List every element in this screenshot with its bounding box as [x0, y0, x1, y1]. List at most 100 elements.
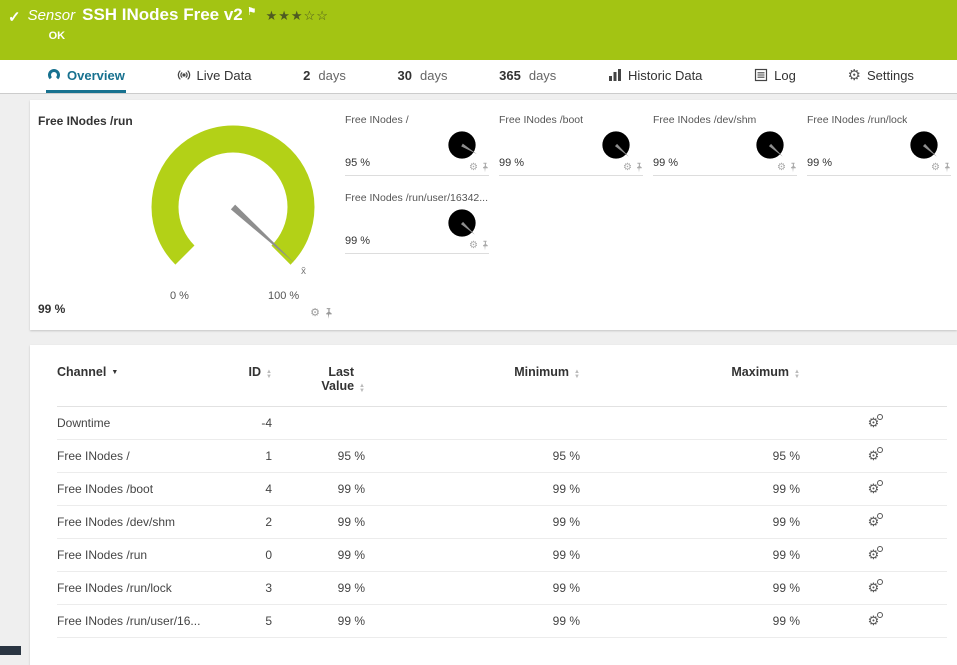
channel-minimum: 99 %: [365, 604, 580, 638]
channel-id: 4: [217, 472, 272, 506]
channel-name: Free INodes /dev/shm: [57, 505, 217, 539]
tab-2-days[interactable]: 2 days: [302, 60, 347, 93]
channel-id: 1: [217, 439, 272, 473]
gauge-gear-icon[interactable]: ⚙: [777, 162, 786, 173]
gauge-gear-icon[interactable]: ⚙: [469, 162, 478, 173]
small-gauge-value: 99 %: [807, 157, 833, 169]
page-content: Free INodes /run 0 % 100 % x̄ 99 % ⚙ Fre…: [0, 94, 957, 665]
tab-historic-data[interactable]: Historic Data: [607, 60, 703, 93]
channel-name: Free INodes /boot: [57, 472, 217, 506]
channel-settings-gear-icon[interactable]: ⚙: [868, 480, 883, 495]
channel-minimum: 95 %: [365, 439, 580, 473]
tab-overview[interactable]: Overview: [46, 60, 126, 93]
tab-log[interactable]: Log: [753, 60, 797, 93]
channels-panel: Channel ▼ ID ▲ ▼ Last Value ▲ ▼ Minimum ▲ ▼ Max…: [30, 345, 957, 665]
status-check-icon: ✓: [8, 9, 21, 26]
gauge-gear-icon[interactable]: ⚙: [623, 162, 632, 173]
channel-minimum: 99 %: [365, 571, 580, 605]
small-gauge: Free INodes /dev/shm 99 % ⚙: [653, 114, 797, 176]
channel-settings-gear-icon[interactable]: ⚙: [868, 546, 883, 561]
table-row: Free INodes /boot 4 99 % 99 % 99 % ⚙: [57, 472, 947, 506]
channel-maximum: 99 %: [580, 604, 800, 638]
table-row: Free INodes /dev/shm 2 99 % 99 % 99 % ⚙: [57, 505, 947, 539]
channel-last-value: 99 %: [272, 604, 365, 638]
main-gauge-scale-max: 100 %: [268, 290, 300, 302]
channel-maximum: [580, 406, 800, 440]
historic-data-chart-icon: [609, 69, 621, 81]
tab-30-days-label: days: [419, 67, 448, 83]
col-header-id[interactable]: ID ▲ ▼: [217, 345, 272, 407]
tab-live-data-label: Live Data: [196, 67, 252, 83]
gauge-pin-icon[interactable]: [943, 162, 951, 173]
overview-gauge-icon: [48, 69, 60, 81]
sensor-header: ✓ Sensor SSH INodes Free v2 ⚑ ★★★☆☆ OK: [0, 0, 957, 60]
col-header-last-value[interactable]: Last Value ▲ ▼: [272, 345, 365, 407]
gauge-dial: [910, 131, 938, 159]
table-row: Free INodes /run 0 99 % 99 % 99 % ⚙: [57, 538, 947, 572]
settings-gear-icon: ⚙: [847, 66, 861, 84]
col-header-minimum[interactable]: Minimum ▲ ▼: [365, 345, 580, 407]
gauge-pin-icon[interactable]: [481, 162, 489, 173]
channel-id: 0: [217, 538, 272, 572]
gauge-dial: [448, 131, 477, 159]
tab-365-days-number: 365: [499, 67, 521, 83]
channel-maximum: 95 %: [580, 439, 800, 473]
channel-id: 3: [217, 571, 272, 605]
channel-last-value: [272, 406, 365, 440]
col-header-channel-label: Channel: [57, 365, 107, 379]
channel-name: Free INodes /run/lock: [57, 571, 217, 605]
channel-id: -4: [217, 406, 272, 440]
gauge-dial: [756, 131, 784, 159]
col-header-id-label: ID: [248, 365, 262, 379]
sensor-status: OK: [48, 30, 66, 42]
channel-settings-gear-icon[interactable]: ⚙: [868, 513, 883, 528]
channel-settings-gear-icon[interactable]: ⚙: [868, 447, 883, 462]
table-row: Free INodes / 1 95 % 95 % 95 % ⚙: [57, 439, 947, 473]
gauges-panel: Free INodes /run 0 % 100 % x̄ 99 % ⚙ Fre…: [30, 100, 957, 330]
channel-settings-gear-icon[interactable]: ⚙: [868, 414, 883, 429]
gauge-pin-icon[interactable]: [324, 307, 333, 320]
small-gauges-grid: Free INodes / 95 % ⚙ Free INodes /boot 9…: [345, 100, 957, 330]
channel-last-value: 99 %: [272, 571, 365, 605]
corner-badge[interactable]: [0, 646, 21, 655]
channel-id: 5: [217, 604, 272, 638]
gauge-dial: [448, 209, 476, 237]
tab-2-days-number: 2: [303, 67, 311, 83]
tab-365-days[interactable]: 365 days: [498, 60, 557, 93]
channels-table: Channel ▼ ID ▲ ▼ Last Value ▲ ▼ Minimum ▲ ▼ Max…: [57, 345, 947, 638]
table-row: Downtime -4 ⚙: [57, 406, 947, 440]
channel-name: Downtime: [57, 406, 217, 440]
channel-maximum: 99 %: [580, 538, 800, 572]
channel-last-value: 95 %: [272, 439, 365, 473]
channel-settings-gear-icon[interactable]: ⚙: [868, 579, 883, 594]
channel-name: Free INodes /: [57, 439, 217, 473]
main-gauge-value: 99 %: [38, 302, 66, 316]
tab-bar: Overview Live Data 2 days 30 days 365 da…: [0, 60, 957, 94]
main-gauge: Free INodes /run 0 % 100 % x̄ 99 % ⚙: [30, 100, 345, 330]
tab-settings[interactable]: ⚙ Settings: [847, 60, 915, 93]
tab-live-data[interactable]: Live Data: [176, 60, 253, 93]
col-header-last-value-label: Last Value: [321, 365, 355, 393]
gauge-gear-icon[interactable]: ⚙: [469, 240, 478, 251]
channel-minimum: 99 %: [365, 538, 580, 572]
small-gauge: Free INodes / 95 % ⚙: [345, 114, 489, 176]
priority-flag-icon[interactable]: ⚑: [247, 5, 257, 18]
channel-settings-gear-icon[interactable]: ⚙: [868, 612, 883, 627]
tab-30-days[interactable]: 30 days: [397, 60, 449, 93]
small-gauge: Free INodes /run/user/16342... 99 % ⚙: [345, 192, 489, 254]
gauge-pin-icon[interactable]: [635, 162, 643, 173]
channel-last-value: 99 %: [272, 472, 365, 506]
gauge-pin-icon[interactable]: [481, 240, 489, 251]
priority-stars[interactable]: ★★★☆☆: [266, 8, 329, 24]
small-gauge-title: Free INodes /dev/shm: [653, 114, 757, 126]
tab-historic-data-label: Historic Data: [628, 67, 703, 83]
channel-id: 2: [217, 505, 272, 539]
col-header-actions: [800, 345, 947, 407]
gauge-gear-icon[interactable]: ⚙: [931, 162, 940, 173]
main-gauge-scale-min: 0 %: [170, 290, 189, 302]
gauge-gear-icon[interactable]: ⚙: [310, 308, 320, 319]
gauge-pin-icon[interactable]: [789, 162, 797, 173]
col-header-channel[interactable]: Channel ▼: [57, 345, 217, 407]
col-header-maximum[interactable]: Maximum ▲ ▼: [580, 345, 800, 407]
channel-maximum: 99 %: [580, 571, 800, 605]
